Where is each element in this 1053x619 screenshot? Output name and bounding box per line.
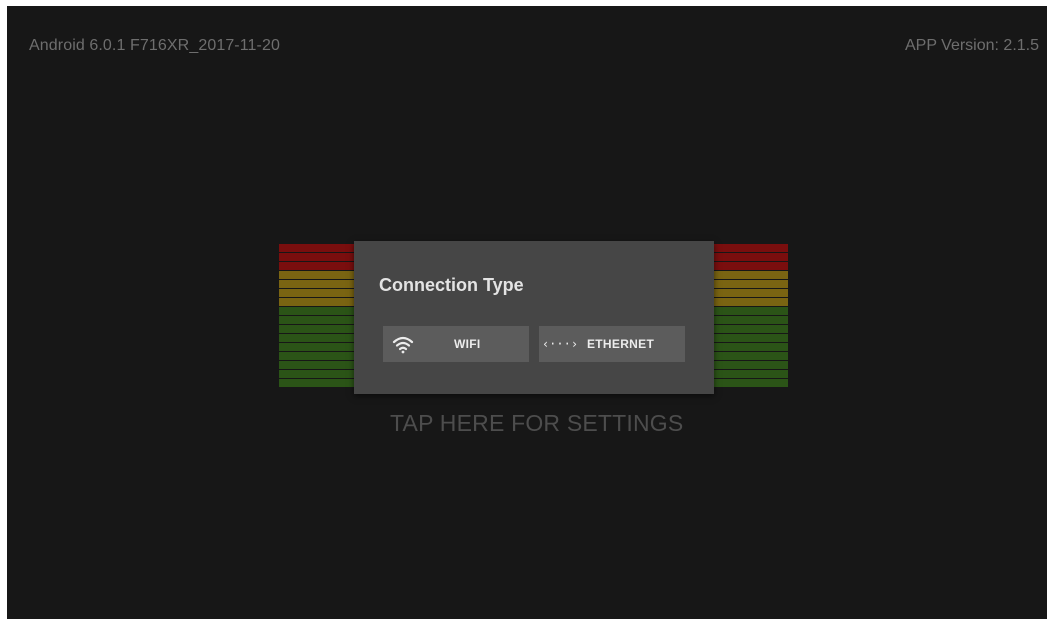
tap-for-settings-link[interactable]: TAP HERE FOR SETTINGS <box>390 410 683 437</box>
wifi-icon <box>392 334 414 354</box>
meter-segment <box>713 253 788 261</box>
meter-segment <box>713 334 788 342</box>
level-meter-right <box>713 244 788 389</box>
meter-segment <box>279 316 354 324</box>
meter-segment <box>279 280 354 288</box>
meter-segment <box>713 271 788 279</box>
meter-segment <box>713 379 788 387</box>
dialog-title: Connection Type <box>379 275 524 295</box>
meter-segment <box>713 370 788 378</box>
meter-segment <box>279 361 354 369</box>
meter-segment <box>279 370 354 378</box>
system-info-text: Android 6.0.1 F716XR_2017-11-20 <box>29 37 280 54</box>
meter-segment <box>279 379 354 387</box>
ethernet-icon: ‹···› <box>541 337 579 351</box>
meter-segment <box>279 253 354 261</box>
meter-segment <box>713 280 788 288</box>
app-version-text: APP Version: 2.1.5 <box>904 37 1039 54</box>
meter-segment <box>279 262 354 270</box>
meter-segment <box>713 325 788 333</box>
meter-segment <box>279 244 354 252</box>
meter-segment <box>279 343 354 351</box>
ethernet-button-label: ETHERNET <box>587 337 655 351</box>
meter-segment <box>713 298 788 306</box>
meter-segment <box>279 352 354 360</box>
meter-segment <box>713 244 788 252</box>
meter-segment <box>279 271 354 279</box>
ethernet-button[interactable]: ‹···› ETHERNET <box>539 326 685 362</box>
meter-segment <box>713 316 788 324</box>
meter-segment <box>279 298 354 306</box>
level-meter-left <box>279 244 354 389</box>
meter-segment <box>713 352 788 360</box>
wifi-button[interactable]: WIFI <box>383 326 529 362</box>
meter-segment <box>713 307 788 315</box>
meter-segment <box>713 343 788 351</box>
wifi-button-label: WIFI <box>454 337 481 351</box>
meter-segment <box>279 334 354 342</box>
meter-segment <box>279 325 354 333</box>
meter-segment <box>713 262 788 270</box>
meter-segment <box>279 289 354 297</box>
app-screen: Android 6.0.1 F716XR_2017-11-20 APP Vers… <box>7 6 1047 619</box>
connection-type-dialog: Connection Type WIFI ‹···› ETHERNET <box>354 241 714 394</box>
meter-segment <box>713 289 788 297</box>
meter-segment <box>279 307 354 315</box>
meter-segment <box>713 361 788 369</box>
